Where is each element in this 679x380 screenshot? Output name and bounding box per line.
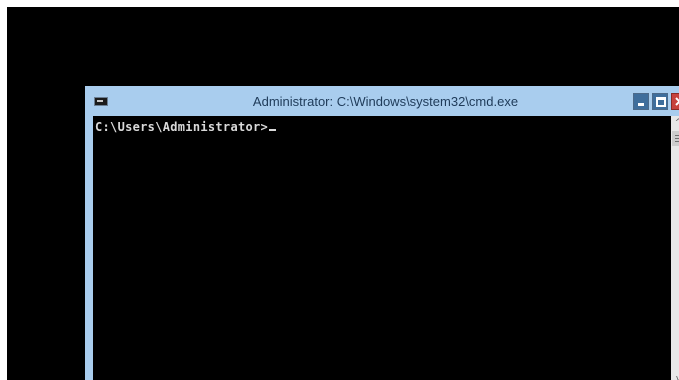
chevron-up-icon: ^ (674, 118, 679, 128)
scroll-up-button[interactable]: ^ (671, 116, 679, 131)
title-bar[interactable]: Administrator: C:\Windows\system32\cmd.e… (85, 86, 679, 116)
maximize-button[interactable] (652, 93, 668, 110)
scroll-thumb[interactable] (672, 131, 679, 146)
minimize-button[interactable] (633, 93, 649, 110)
close-button[interactable] (671, 93, 679, 110)
prompt-text: C:\Users\Administrator> (95, 120, 269, 134)
text-cursor (269, 129, 277, 131)
vertical-scrollbar[interactable]: ^ v (671, 116, 679, 380)
prompt-line: C:\Users\Administrator> (95, 120, 277, 134)
scroll-down-button[interactable]: v (671, 372, 679, 380)
close-icon (675, 97, 679, 106)
cmd-window[interactable]: Administrator: C:\Windows\system32\cmd.e… (85, 86, 679, 380)
desktop-background: Administrator: C:\Windows\system32\cmd.e… (7, 7, 679, 380)
window-title: Administrator: C:\Windows\system32\cmd.e… (252, 94, 519, 109)
console-output[interactable]: C:\Users\Administrator> (93, 116, 671, 380)
